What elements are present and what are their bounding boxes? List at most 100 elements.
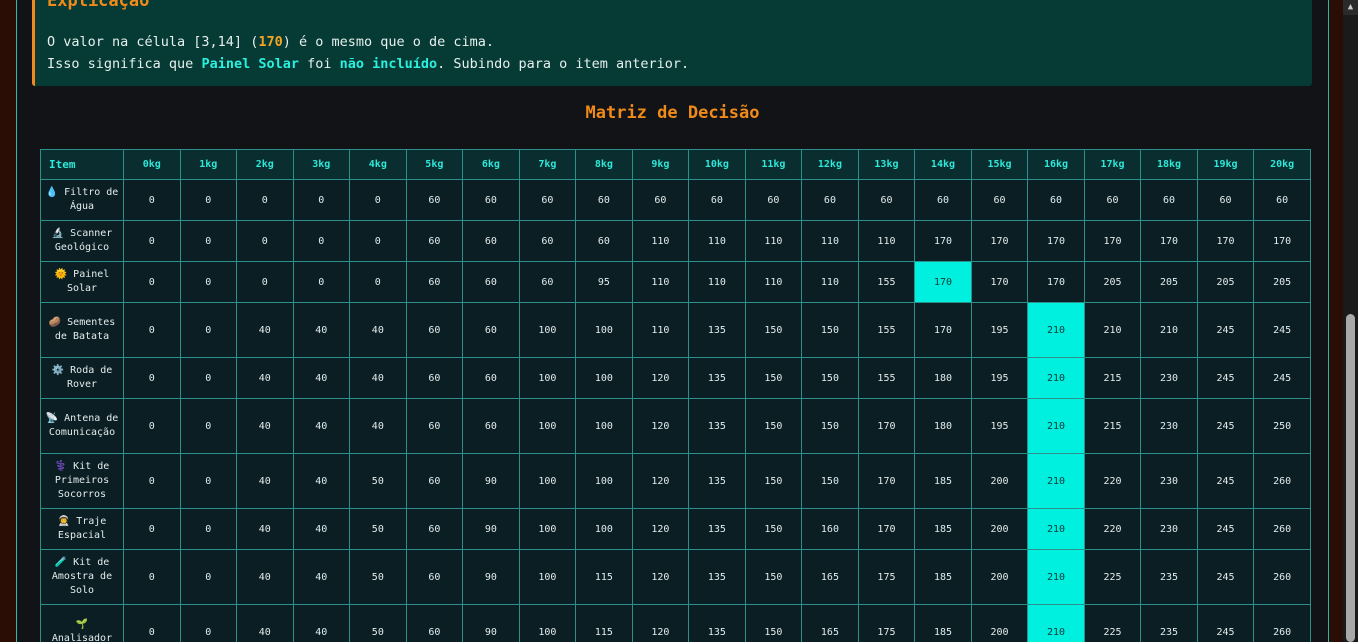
matrix-cell: 110: [801, 220, 859, 262]
matrix-cell: 0: [179, 453, 238, 509]
matrix-cell: 0: [292, 220, 351, 262]
matrix-cell: 0: [179, 604, 238, 642]
column-header: 11kg: [744, 149, 803, 180]
matrix-cell: 120: [631, 398, 690, 454]
matrix-cell: 245: [1253, 302, 1311, 358]
matrix-cell: 150: [744, 398, 803, 454]
matrix-cell: 250: [1253, 398, 1311, 454]
table-row: 📡 Antena de Comunicação 0 0 40 40 40 60 60 100 10…: [40, 398, 1311, 454]
matrix-cell: 40: [236, 398, 294, 454]
matrix-cell: 150: [744, 549, 803, 605]
matrix-cell: 60: [914, 179, 972, 221]
matrix-cell: 260: [1253, 549, 1311, 605]
matrix-cell: 170: [1027, 220, 1085, 262]
matrix-cell: 60: [744, 179, 803, 221]
matrix-cell: 0: [349, 261, 407, 303]
matrix-cell: 195: [970, 302, 1029, 358]
matrix-cell: 0: [179, 508, 238, 550]
matrix-cell: 110: [744, 261, 803, 303]
scrollbar[interactable]: ▲: [1343, 0, 1358, 642]
column-header: 4kg: [349, 149, 407, 180]
matrix-cell: 210: [1027, 508, 1085, 550]
item-name-cell: 🌞 Painel Solar: [40, 261, 124, 303]
scrollbar-thumb[interactable]: [1346, 314, 1355, 642]
matrix-cell: 110: [688, 261, 746, 303]
matrix-cell: 0: [123, 508, 181, 550]
matrix-cell: 135: [688, 302, 746, 358]
matrix-cell: 60: [631, 179, 690, 221]
matrix-cell: 195: [970, 357, 1029, 399]
matrix-cell: 0: [123, 261, 181, 303]
matrix-cell: 60: [462, 220, 520, 262]
item-name: Painel Solar: [66, 269, 110, 294]
matrix-cell: 60: [857, 179, 916, 221]
matrix-cell: 60: [405, 302, 464, 358]
column-header: 2kg: [236, 149, 294, 180]
item-name: Antena de Comunicação: [48, 413, 119, 438]
matrix-cell: 0: [123, 604, 181, 642]
matrix-cell: 110: [801, 261, 859, 303]
matrix-cell: 100: [518, 604, 577, 642]
matrix-cell: 40: [292, 398, 351, 454]
explanation-text: O valor na célula [3,14] (: [47, 34, 259, 50]
matrix-cell: 200: [970, 508, 1029, 550]
matrix-cell: 60: [462, 357, 520, 399]
matrix-cell: 200: [970, 604, 1029, 642]
matrix-cell: 150: [801, 357, 859, 399]
matrix-cell: 100: [575, 453, 633, 509]
column-header: 16kg: [1027, 149, 1085, 180]
column-header: 18kg: [1140, 149, 1198, 180]
matrix-cell: 120: [631, 604, 690, 642]
matrix-cell: 155: [857, 357, 916, 399]
matrix-cell: 40: [349, 398, 407, 454]
item-name: Scanner Geológico: [54, 228, 113, 253]
item-name-cell: ⚙️ Roda de Rover: [40, 357, 124, 399]
matrix-cell: 170: [1140, 220, 1198, 262]
matrix-cell: 120: [631, 453, 690, 509]
column-header: 6kg: [462, 149, 520, 180]
matrix-cell: 0: [292, 179, 351, 221]
matrix-cell: 120: [631, 508, 690, 550]
matrix-cell: 60: [405, 220, 464, 262]
matrix-cell: 205: [1083, 261, 1142, 303]
matrix-cell: 160: [801, 508, 859, 550]
matrix-cell: 60: [801, 179, 859, 221]
matrix-cell: 90: [462, 508, 520, 550]
matrix-cell: 170: [1196, 220, 1255, 262]
matrix-cell: 180: [914, 357, 972, 399]
matrix-title: Matriz de Decisão: [585, 103, 760, 123]
table-row: 👨‍🚀 Traje Espacial 0 0 40 40 50 60 90 100 100 120 1…: [40, 508, 1311, 550]
item-name-cell: 👨‍🚀 Traje Espacial: [40, 508, 124, 550]
column-header: 13kg: [857, 149, 916, 180]
matrix-cell: 115: [575, 604, 633, 642]
item-icon: 🥔: [48, 317, 62, 328]
scroll-up-arrow-icon[interactable]: ▲: [1343, 0, 1358, 15]
matrix-cell: 200: [970, 549, 1029, 605]
matrix-cell: 100: [518, 357, 577, 399]
item-icon: ⚕️: [54, 461, 68, 472]
matrix-cell: 60: [405, 453, 464, 509]
column-header: 5kg: [405, 149, 464, 180]
matrix-cell: 50: [349, 508, 407, 550]
matrix-cell: 170: [857, 508, 916, 550]
matrix-cell: 195: [970, 398, 1029, 454]
matrix-cell: 230: [1140, 357, 1198, 399]
column-header: 9kg: [631, 149, 690, 180]
item-icon: 👨‍🚀: [57, 516, 71, 527]
matrix-cell: 210: [1027, 302, 1085, 358]
item-name-cell: 🔬 Scanner Geológico: [40, 220, 124, 262]
matrix-cell: 230: [1140, 453, 1198, 509]
matrix-cell: 0: [349, 220, 407, 262]
matrix-cell: 90: [462, 549, 520, 605]
matrix-cell: 60: [405, 179, 464, 221]
column-header: 1kg: [179, 149, 238, 180]
matrix-cell: 170: [1083, 220, 1142, 262]
matrix-cell: 40: [236, 357, 294, 399]
matrix-cell: 40: [349, 302, 407, 358]
matrix-cell: 0: [179, 398, 238, 454]
matrix-cell: 135: [688, 453, 746, 509]
matrix-cell: 120: [631, 357, 690, 399]
matrix-cell: 60: [688, 179, 746, 221]
column-header: 20kg: [1253, 149, 1311, 180]
matrix-cell: 60: [518, 179, 577, 221]
